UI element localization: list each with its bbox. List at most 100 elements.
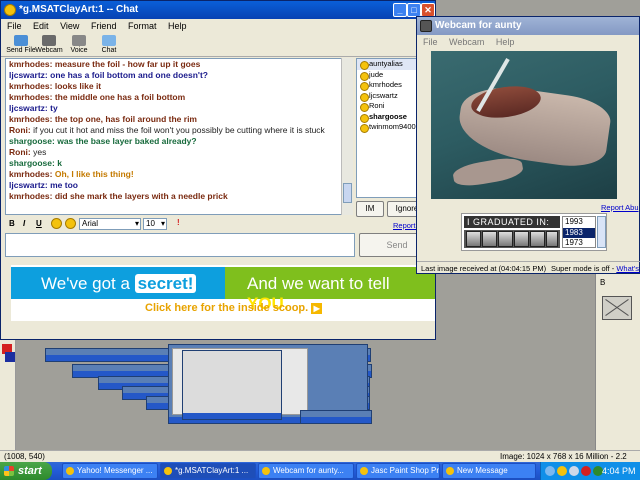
start-button[interactable]: start [0,462,52,480]
year-option[interactable]: 1993 [563,217,595,228]
webcam-video-feed [431,51,617,199]
paint-side-panel: B [595,268,640,450]
message-text: the middle one has a foil bottom [54,92,186,102]
send-file-icon [14,35,28,46]
menu-friend[interactable]: Friend [91,21,117,31]
chat-transcript[interactable]: kmrhodes: measure the foil - how far up … [5,58,353,215]
screen-thumbnail [300,410,372,424]
color-swatch[interactable] [5,352,15,362]
year-option[interactable]: 1973 [563,238,595,249]
message-text: Oh, I like this thing! [54,169,134,179]
webcam-menu-help[interactable]: Help [496,37,515,47]
chat-icon [102,35,116,46]
emoticon-icon[interactable] [51,218,62,229]
voice-icon [72,35,86,46]
last-image-time: Last image received at (04:04:15 PM) [421,264,547,273]
bold-button[interactable]: B [9,219,15,228]
message-text: k [57,158,62,168]
chat-message: kmrhodes: the top one, has foil around t… [6,114,352,125]
cursor-coords: (1008, 540) [4,452,45,461]
message-text: the top one, has foil around the rim [54,114,197,124]
chat-message: ljcswartz: one has a foil bottom and one… [6,70,352,81]
chat-message: kmrhodes: measure the foil - how far up … [6,59,352,70]
message-text: did she mark the layers with a needle pr… [54,191,228,201]
taskbar-item-chat[interactable]: *g.MSATClayArt:1 ... [160,463,256,479]
paint-tool-strip [0,338,16,450]
italic-button[interactable]: I [23,219,25,228]
color-icon[interactable] [65,218,76,229]
menu-format[interactable]: Format [128,21,157,31]
year-list[interactable]: 1993 1983 1973 [562,216,596,248]
webcam-report-abuse-link[interactable]: Report Abu [601,203,639,212]
maximize-button[interactable]: □ [407,3,421,17]
message-text: me too [50,180,78,190]
message-sender: ljcswartz: [9,180,48,190]
tray-security-icon[interactable] [581,466,591,476]
webcam-menu-file[interactable]: File [423,37,438,47]
chat-message: kmrhodes: the middle one has a foil bott… [6,92,352,103]
taskbar-item-new-message[interactable]: New Message [442,463,536,479]
message-sender: Roni: [9,147,31,157]
menu-help[interactable]: Help [168,21,187,31]
chat-button[interactable]: Chat [91,35,127,54]
chat-window: *g.MSATClayArt:1 -- Chat _ □ ✕ File Edit… [0,0,436,340]
menu-edit[interactable]: Edit [33,21,49,31]
taskbar-item-yahoo-messenger[interactable]: Yahoo! Messenger ... [62,463,158,479]
message-sender: Roni: [9,125,31,135]
grad-ad-headline: I GRADUATED IN: [464,216,560,228]
ad-cta-link[interactable]: Click here for the inside scoop. ▶ [145,302,323,314]
taskbar-item-paint-shop[interactable]: Jasc Paint Shop Pro... [356,463,440,479]
graduation-ad[interactable]: I GRADUATED IN: 1993 1983 1973 [461,213,607,251]
ad-blue-panel: We've got a secret! [11,267,225,299]
screen-thumbnail [182,350,282,420]
message-sender: kmrhodes: [9,191,53,201]
chat-titlebar[interactable]: *g.MSATClayArt:1 -- Chat _ □ ✕ [1,1,435,19]
chat-message: Roni: yes [6,147,352,158]
banner-ad[interactable]: We've got a secret! And we want to tell … [11,265,435,321]
message-sender: kmrhodes: [9,92,53,102]
message-text: looks like it [54,81,102,91]
webcam-title-icon [420,20,432,32]
webcam-title: Webcam for aunty [435,20,522,31]
taskbar-item-webcam[interactable]: Webcam for aunty... [258,463,354,479]
taskbar-clock: 4:04 PM [602,466,636,476]
scrollbar-thumb[interactable] [343,183,352,203]
message-text: if you cut it hot and miss the foil won'… [33,125,325,135]
message-sender: kmrhodes: [9,59,53,69]
webcam-menu-webcam[interactable]: Webcam [449,37,484,47]
chat-title: *g.MSATClayArt:1 -- Chat [19,4,139,15]
webcam-titlebar[interactable]: Webcam for aunty [417,17,639,35]
chat-message: ljcswartz: ty [6,103,352,114]
message-sender: ljcswartz: [9,103,48,113]
tray-network-icon[interactable] [545,466,555,476]
format-toolbar: B I U Arial 10 ! [5,218,435,232]
message-sender: kmrhodes: [9,169,53,179]
menu-file[interactable]: File [7,21,22,31]
year-option-selected[interactable]: 1983 [563,227,595,238]
im-button[interactable]: IM [356,201,384,217]
tray-messenger-icon[interactable] [557,466,567,476]
whats-this-link[interactable]: What's this [616,264,640,273]
year-list-scrollbar[interactable] [597,216,606,248]
transcript-scrollbar[interactable] [341,58,353,215]
message-text: one has a foil bottom and one doesn't? [50,70,208,80]
ad-secret: secret! [134,274,197,293]
message-input[interactable] [5,233,355,257]
underline-button[interactable]: U [36,219,42,228]
super-mode-status: Super mode is off - What's this [551,262,640,275]
message-text: ty [50,103,58,113]
chat-message: shargoose: k [6,158,352,169]
grad-ad-photos [464,230,560,248]
play-arrow-icon: ▶ [311,302,323,314]
alert-icon[interactable]: ! [177,218,180,227]
tray-volume-icon[interactable] [569,466,579,476]
font-select[interactable]: Arial [79,218,141,230]
chat-message: shargoose: was the base layer baked alre… [6,136,352,147]
close-button[interactable]: ✕ [421,3,435,17]
menu-view[interactable]: View [60,21,79,31]
font-size-select[interactable]: 10 [143,218,167,230]
yahoo-smiley-icon [4,4,16,16]
webcam-menubar: File Webcam Help [417,35,639,49]
webcam-icon [42,35,56,46]
minimize-button[interactable]: _ [393,3,407,17]
